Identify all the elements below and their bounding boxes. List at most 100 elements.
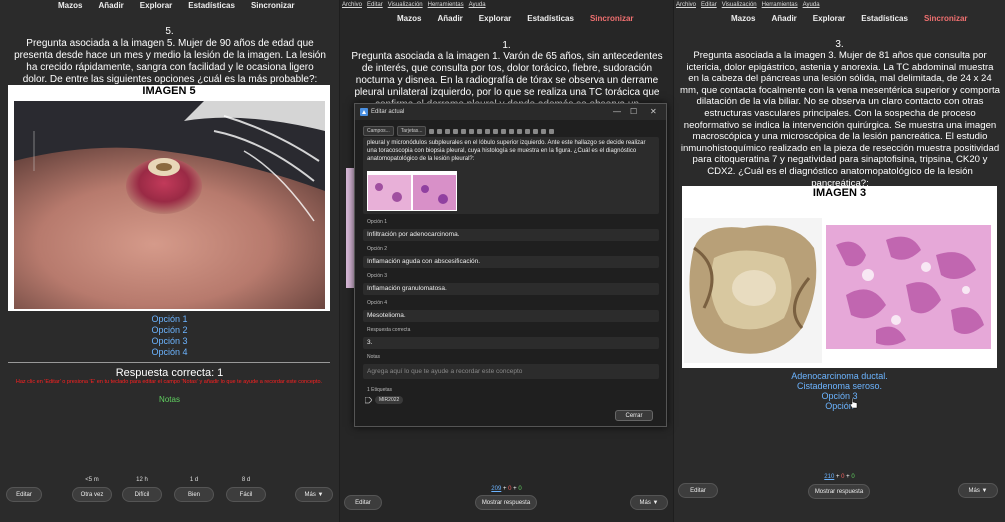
show-answer-button[interactable]: Mostrar respuesta xyxy=(475,495,537,510)
close-icon[interactable]: ✕ xyxy=(650,107,657,116)
mic-icon[interactable] xyxy=(533,128,539,134)
underline-icon[interactable] xyxy=(453,128,459,134)
image-icon[interactable] xyxy=(525,128,531,134)
nav-stats[interactable]: Estadísticas xyxy=(861,14,908,26)
good-button[interactable]: Bien xyxy=(174,487,214,502)
field-option-2[interactable]: Inflamación aguda con abscesificación. xyxy=(363,256,659,268)
hard-button[interactable]: Difícil xyxy=(122,487,162,502)
menu-tools[interactable]: Herramientas xyxy=(762,2,798,8)
html-icon[interactable] xyxy=(549,128,555,134)
nav-stats[interactable]: Estadísticas xyxy=(527,14,574,26)
field-correct-answer[interactable]: 3. xyxy=(363,337,659,349)
new-count: 210 xyxy=(824,474,835,480)
field-option-3[interactable]: Inflamación granulomatosa. xyxy=(363,283,659,295)
again-button[interactable]: Otra vez xyxy=(72,487,112,502)
editor-toolbar: Campos... Tarjetas... xyxy=(363,125,555,137)
nav-add[interactable]: Añadir xyxy=(771,14,796,26)
nav-browse[interactable]: Explorar xyxy=(813,14,845,26)
nav-decks[interactable]: Mazos xyxy=(58,1,82,13)
list-icon[interactable] xyxy=(501,128,507,134)
interval-hard: 12 h xyxy=(136,477,148,483)
menu-edit[interactable]: Editar xyxy=(367,2,383,8)
skin-lesion-photo xyxy=(14,101,325,309)
nav-stats[interactable]: Estadísticas xyxy=(188,1,235,13)
menu-bar: Archivo Editar Visualización Herramienta… xyxy=(676,2,820,8)
card-number: 3. xyxy=(835,39,844,50)
interval-again: <5 m xyxy=(85,477,99,483)
nav-browse[interactable]: Explorar xyxy=(140,1,172,13)
field-option-4[interactable]: Mesotelioma. xyxy=(363,310,659,322)
nav-sync[interactable]: Sincronizar xyxy=(251,1,295,13)
align-icon[interactable] xyxy=(509,128,515,134)
show-answer-button[interactable]: Mostrar respuesta xyxy=(808,484,870,499)
nav-add[interactable]: Añadir xyxy=(98,1,123,13)
superscript-icon[interactable] xyxy=(461,128,467,134)
minimize-icon[interactable]: — xyxy=(613,107,621,116)
option-1[interactable]: Opción 1 xyxy=(0,314,339,325)
tag-icon xyxy=(365,397,372,404)
highlight-icon[interactable] xyxy=(493,128,499,134)
review-count: 0 xyxy=(851,474,855,480)
field-label-option-4[interactable]: Opción 4 xyxy=(367,300,387,306)
menu-help[interactable]: Ayuda xyxy=(803,2,820,8)
macroscopic-specimen-photo xyxy=(684,218,822,363)
close-button[interactable]: Cerrar xyxy=(615,410,653,421)
front-field[interactable]: pleural y micronódulos subpleurales en e… xyxy=(363,137,659,214)
field-notes[interactable]: Agrega aquí lo que te ayude a recordar e… xyxy=(363,364,659,379)
dialog-title: Editar actual xyxy=(371,109,405,115)
menu-tools[interactable]: Herramientas xyxy=(428,2,464,8)
cards-button[interactable]: Tarjetas... xyxy=(396,126,427,136)
front-field-text: pleural y micronódulos subpleurales en e… xyxy=(367,140,646,162)
option-4[interactable]: Opción 4 xyxy=(0,347,339,358)
field-label-option-3[interactable]: Opción 3 xyxy=(367,273,387,279)
edit-button[interactable]: Editar xyxy=(344,495,382,510)
option-3[interactable]: Opción 3 xyxy=(0,336,339,347)
menu-edit[interactable]: Editar xyxy=(701,2,717,8)
menu-file[interactable]: Archivo xyxy=(676,2,696,8)
bold-icon[interactable] xyxy=(437,128,443,134)
more-button[interactable]: Más ▼ xyxy=(958,483,998,498)
nav-decks[interactable]: Mazos xyxy=(397,14,421,26)
option-2[interactable]: Opción 2 xyxy=(0,325,339,336)
subscript-icon[interactable] xyxy=(469,128,475,134)
nav-add[interactable]: Añadir xyxy=(437,14,462,26)
more-button[interactable]: Más ▼ xyxy=(295,487,333,502)
nav-sync[interactable]: Sincronizar xyxy=(590,14,634,26)
eraser-icon[interactable] xyxy=(477,128,483,134)
nav-browse[interactable]: Explorar xyxy=(479,14,511,26)
nav-decks[interactable]: Mazos xyxy=(731,14,755,26)
indent-icon[interactable] xyxy=(517,128,523,134)
menu-view[interactable]: Visualización xyxy=(388,2,423,8)
field-option-1[interactable]: Infiltración por adenocarcinoma. xyxy=(363,229,659,241)
edit-button[interactable]: Editar xyxy=(6,487,42,502)
field-label-option-1[interactable]: Opción 1 xyxy=(367,219,387,225)
top-nav: Mazos Añadir Explorar Estadísticas Sincr… xyxy=(397,14,634,26)
field-label-correct-answer[interactable]: Respuesta correcta xyxy=(367,327,410,333)
answer-separator xyxy=(8,362,330,363)
question-text: Pregunta asociada a la imagen 1. Varón d… xyxy=(351,51,663,105)
dialog-titlebar: Editar actual — ☐ ✕ xyxy=(355,104,666,120)
easy-button[interactable]: Fácil xyxy=(226,487,266,502)
image-edge xyxy=(346,168,354,288)
tag-mir2022[interactable]: MIR2022 xyxy=(375,396,404,404)
field-label-notes[interactable]: Notas xyxy=(367,354,380,360)
menu-file[interactable]: Archivo xyxy=(342,2,362,8)
settings-icon[interactable] xyxy=(429,128,435,134)
italic-icon[interactable] xyxy=(445,128,451,134)
fields-button[interactable]: Campos... xyxy=(363,126,394,136)
function-icon[interactable] xyxy=(541,128,547,134)
option-4[interactable]: Opción xyxy=(674,401,1005,412)
field-label-option-2[interactable]: Opción 2 xyxy=(367,246,387,252)
more-button[interactable]: Más ▼ xyxy=(630,495,668,510)
edit-button[interactable]: Editar xyxy=(678,483,718,498)
menu-view[interactable]: Visualización xyxy=(722,2,757,8)
nav-sync[interactable]: Sincronizar xyxy=(924,14,968,26)
image-5-frame: IMAGEN 5 xyxy=(8,85,330,311)
app-icon xyxy=(360,108,368,116)
card-number: 5. xyxy=(165,26,174,37)
maximize-icon[interactable]: ☐ xyxy=(630,107,637,116)
menu-help[interactable]: Ayuda xyxy=(469,2,486,8)
edit-hint: Haz clic en 'Editar' o presiona 'E' en t… xyxy=(15,379,323,385)
text-color-icon[interactable] xyxy=(485,128,491,134)
edit-current-dialog: Editar actual — ☐ ✕ Campos... Tarjetas..… xyxy=(354,103,667,427)
